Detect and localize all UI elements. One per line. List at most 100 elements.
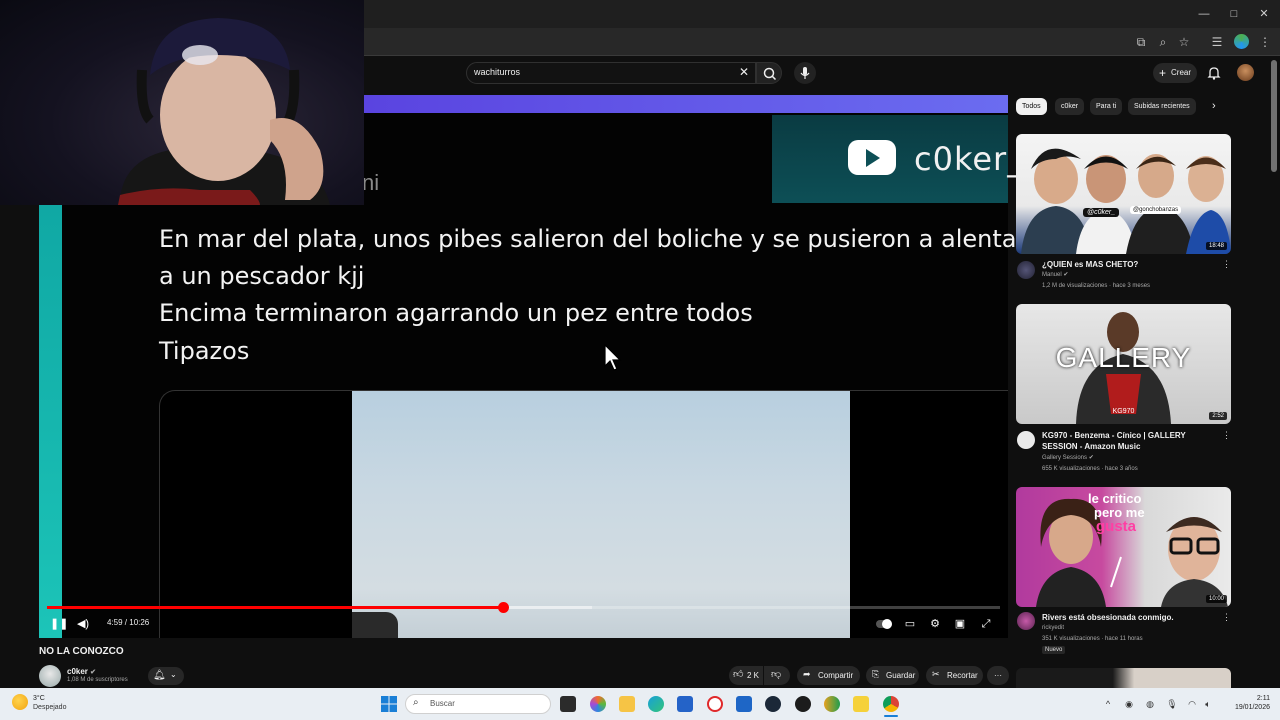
taskbar-search[interactable]	[405, 694, 551, 714]
chrome-icon[interactable]	[883, 696, 899, 712]
channel-name-text: c0ker	[67, 667, 88, 676]
settings-gear-icon[interactable]: ⚙	[928, 617, 942, 631]
more-options-icon[interactable]: ⋮	[1222, 259, 1231, 270]
subscription-bell-button[interactable]: 🔔︎ ⌄	[148, 667, 184, 685]
close-window-button[interactable]: ✕	[1256, 6, 1272, 22]
zoom-icon[interactable]: ⌕	[1155, 34, 1171, 50]
volume-icon[interactable]: 🔈︎	[1202, 698, 1214, 710]
account-avatar[interactable]	[1237, 64, 1254, 81]
maximize-button[interactable]: □	[1226, 6, 1242, 22]
steam-icon[interactable]	[765, 696, 781, 712]
clear-search-icon[interactable]: ✕	[736, 64, 752, 80]
fullscreen-icon[interactable]: ⤢	[979, 617, 993, 631]
channel-avatar[interactable]	[39, 665, 61, 687]
opera-icon[interactable]	[707, 696, 723, 712]
search-icon	[763, 67, 777, 81]
scissors-icon: ✂	[932, 669, 940, 679]
miniplayer-icon[interactable]: ▣	[953, 617, 967, 631]
chip-c0ker[interactable]: c0ker	[1055, 98, 1085, 115]
tweet-line: Tipazos	[159, 337, 250, 365]
recommendation-meta: 655 K visualizaciones · hace 3 años	[1042, 466, 1138, 472]
channel-name-text: Manuel	[1042, 272, 1062, 278]
cast-icon[interactable]: ⧉	[1133, 34, 1149, 50]
reading-list-icon[interactable]: ☰	[1209, 34, 1225, 50]
play-triangle-icon	[866, 149, 880, 167]
channel-avatar[interactable]	[1017, 431, 1035, 449]
app-icon[interactable]	[824, 696, 840, 712]
taskbar-clock[interactable]: 2:11 19/01/2026	[1222, 694, 1270, 712]
tray-app-icon[interactable]: ◉	[1123, 698, 1135, 710]
windows-taskbar	[0, 688, 1280, 720]
video-duration: 2:52	[1209, 412, 1227, 420]
channel-name[interactable]: c0ker ✔	[67, 667, 96, 676]
file-explorer-icon[interactable]	[619, 696, 635, 712]
tray-mic-icon[interactable]: 🎙︎	[1166, 698, 1178, 710]
recommendation-thumbnail[interactable]	[1016, 668, 1231, 688]
bookmark-star-icon[interactable]: ☆	[1176, 34, 1192, 50]
volume-icon[interactable]: ◀)	[76, 617, 90, 631]
profile-avatar-icon[interactable]	[1234, 34, 1249, 49]
recommendation-title[interactable]: ¿QUIEN es MAS CHETO?	[1042, 259, 1217, 270]
outlook-icon[interactable]	[736, 696, 752, 712]
recommendation-thumbnail[interactable]: @c0ker_ @gonchobanzas 18:48	[1016, 134, 1231, 254]
thumbnail-text: gusta	[1096, 518, 1137, 535]
voice-search-button[interactable]	[794, 62, 816, 84]
clock-date: 19/01/2026	[1234, 704, 1270, 711]
weather-moon-icon[interactable]	[12, 694, 28, 710]
tweet-line: Encima terminaron agarrando un pez entre…	[159, 299, 753, 327]
browser-menu-icon[interactable]: ⋮	[1257, 34, 1273, 50]
tray-overflow-chevron-icon[interactable]: ^	[1102, 698, 1114, 710]
app-icon[interactable]	[795, 696, 811, 712]
more-options-icon[interactable]: ⋮	[1222, 612, 1231, 623]
store-icon[interactable]	[677, 696, 693, 712]
taskbar-search-placeholder: Buscar	[430, 699, 455, 708]
recommendation-channel: rickyedit	[1042, 625, 1065, 631]
progress-scrubber-handle[interactable]	[498, 602, 509, 613]
more-options-icon[interactable]: ⋮	[1222, 430, 1231, 441]
recommendation-channel: Gallery Sessions ✔	[1042, 453, 1094, 464]
recommendation-title[interactable]: KG970 - Benzema - Cínico | GALLERY SESSI…	[1042, 430, 1217, 452]
recommendation-channel: Manuel ✔	[1042, 270, 1068, 281]
bell-icon: 🔔︎	[153, 670, 166, 681]
notifications-bell-icon[interactable]	[1206, 65, 1222, 81]
thumbnail-text: GALLERY	[1055, 342, 1192, 373]
wifi-icon[interactable]: ◠	[1186, 698, 1198, 710]
chip-para-ti[interactable]: Para ti	[1090, 98, 1123, 115]
channel-avatar[interactable]	[1017, 612, 1035, 630]
channel-avatar[interactable]	[1017, 261, 1035, 279]
app-icon[interactable]	[853, 696, 869, 712]
chevron-down-icon: ⌄	[170, 670, 177, 679]
thumbnail-tag: @c0ker_	[1083, 208, 1120, 217]
subtitles-icon[interactable]: ▭	[903, 617, 917, 631]
new-badge: Nuevo	[1042, 646, 1066, 654]
bookmark-icon: ⎘	[872, 669, 880, 679]
recommendation-thumbnail[interactable]: le critico pero me gusta 10:00	[1016, 487, 1231, 607]
windows-start-icon[interactable]	[381, 696, 397, 712]
pause-button[interactable]: ❚❚	[50, 617, 68, 631]
edge-icon[interactable]	[648, 696, 664, 712]
weather-temperature: 3°C	[33, 695, 45, 702]
more-actions-button[interactable]: ···	[987, 666, 1009, 685]
minimize-button[interactable]: —	[1196, 6, 1212, 22]
task-view-icon[interactable]	[560, 696, 576, 712]
chip-todos[interactable]: Todos	[1016, 98, 1047, 115]
thumbnail-tag: @gonchobanzas	[1130, 206, 1182, 214]
search-button[interactable]	[756, 62, 782, 84]
chip-subidas-recientes[interactable]: Subidas recientes	[1128, 98, 1196, 115]
video-left-strip	[39, 205, 62, 638]
subscriber-count: 1,08 M de suscriptores	[67, 677, 128, 683]
tweet-line: En mar del plata, unos pibes salieron de…	[159, 225, 1027, 253]
embedded-video	[352, 391, 850, 638]
banner-channel-name: c0ker_	[914, 140, 1025, 178]
copilot-icon[interactable]	[590, 696, 606, 712]
video-duration: 10:00	[1205, 595, 1227, 603]
recommendation-title[interactable]: Rivers está obsesionada conmigo.	[1042, 612, 1217, 623]
save-label: Guardar	[886, 671, 916, 680]
chips-next-chevron-icon[interactable]: ›	[1212, 100, 1216, 112]
tray-app-icon[interactable]: ◍	[1144, 698, 1156, 710]
recommendation-thumbnail[interactable]: GALLERY KG970 2:52	[1016, 304, 1231, 424]
video-time: 4:59 / 10:26	[107, 618, 150, 627]
autoplay-toggle[interactable]	[876, 617, 894, 631]
page-scrollbar[interactable]	[1271, 60, 1277, 172]
plus-icon: +	[1159, 66, 1167, 80]
